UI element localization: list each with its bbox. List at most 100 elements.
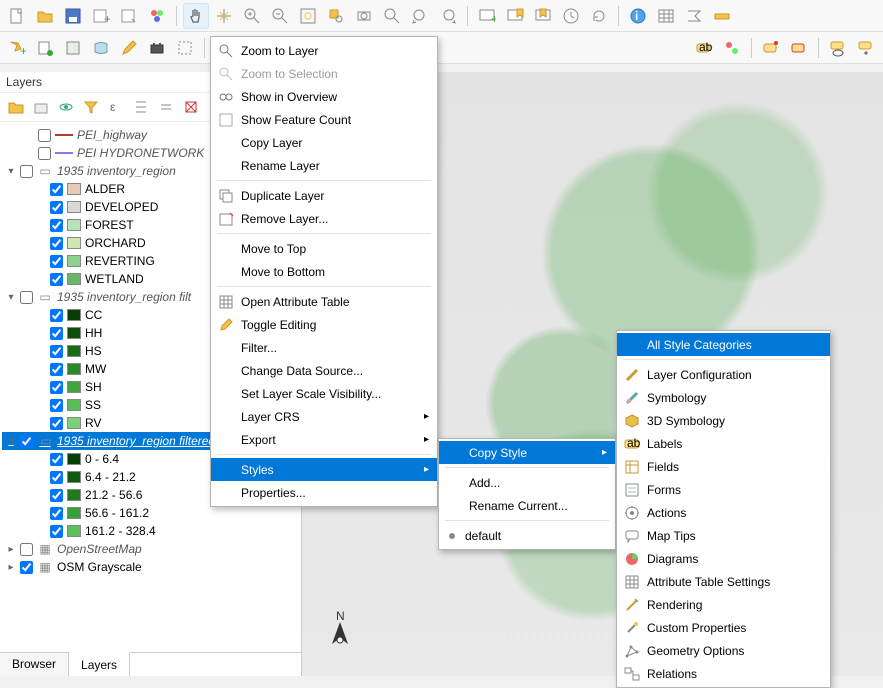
layer-visibility-checkbox[interactable] <box>50 399 63 412</box>
label-move-button[interactable] <box>853 35 879 61</box>
layer-visibility-checkbox[interactable] <box>50 507 63 520</box>
menu-labels[interactable]: abcLabels <box>617 432 830 455</box>
temporal-controller-button[interactable] <box>558 3 584 29</box>
open-project-button[interactable] <box>32 3 58 29</box>
toggle-editing-button[interactable] <box>116 35 142 61</box>
measure-button[interactable]: | <box>709 3 735 29</box>
layer-visibility-checkbox[interactable] <box>20 543 33 556</box>
layer-visibility-checkbox[interactable] <box>20 165 33 178</box>
menu-relations[interactable]: Relations <box>617 662 830 685</box>
menu-filter[interactable]: Filter... <box>211 336 437 359</box>
layer-osm-grayscale[interactable]: ▸▦OSM Grayscale <box>2 558 299 576</box>
tree-toggle-icon[interactable]: ▸ <box>6 544 16 555</box>
layer-visibility-checkbox[interactable] <box>50 273 63 286</box>
menu-styles[interactable]: Styles▸ <box>211 458 437 481</box>
menu-rename-current-style[interactable]: Rename Current... <box>439 494 615 517</box>
menu-all-style-categories[interactable]: All Style Categories <box>617 333 830 356</box>
add-vector-layer-button[interactable]: + <box>4 35 30 61</box>
layers-add-group-button[interactable] <box>30 96 52 118</box>
layer-visibility-checkbox[interactable] <box>50 183 63 196</box>
processing-toolbox-button[interactable] <box>144 35 170 61</box>
menu-symbology[interactable]: Symbology <box>617 386 830 409</box>
layers-filter-button[interactable] <box>80 96 102 118</box>
zoom-next-button[interactable] <box>435 3 461 29</box>
tree-toggle-icon[interactable]: ▾ <box>6 292 16 303</box>
menu-map-tips[interactable]: Map Tips <box>617 524 830 547</box>
menu-forms[interactable]: Forms <box>617 478 830 501</box>
identify-button[interactable]: i <box>625 3 651 29</box>
menu-attribute-table-settings[interactable]: Attribute Table Settings <box>617 570 830 593</box>
zoom-out-button[interactable] <box>267 3 293 29</box>
tree-toggle-icon[interactable]: ▾ <box>6 166 16 177</box>
layers-manage-themes-button[interactable] <box>55 96 77 118</box>
layer-visibility-checkbox[interactable] <box>50 525 63 538</box>
layer-visibility-checkbox[interactable] <box>50 201 63 214</box>
layer-visibility-checkbox[interactable] <box>50 489 63 502</box>
tree-toggle-icon[interactable]: ▾ <box>6 436 16 447</box>
layer-legend-item[interactable]: 161.2 - 328.4 <box>2 522 299 540</box>
menu-actions[interactable]: Actions <box>617 501 830 524</box>
layer-visibility-checkbox[interactable] <box>50 327 63 340</box>
menu-rename-layer[interactable]: Rename Layer <box>211 154 437 177</box>
add-virtual-layer-button[interactable] <box>88 35 114 61</box>
menu-layer-configuration[interactable]: Layer Configuration <box>617 363 830 386</box>
menu-properties[interactable]: Properties... <box>211 481 437 504</box>
show-bookmarks-button[interactable] <box>530 3 556 29</box>
save-project-button[interactable] <box>60 3 86 29</box>
layers-remove-button[interactable] <box>180 96 202 118</box>
menu-add-style[interactable]: Add... <box>439 471 615 494</box>
refresh-button[interactable] <box>586 3 612 29</box>
menu-style-default[interactable]: default <box>439 524 615 547</box>
label-show-button[interactable] <box>825 35 851 61</box>
menu-diagrams[interactable]: Diagrams <box>617 547 830 570</box>
label-pin-button[interactable] <box>758 35 784 61</box>
menu-change-data-source[interactable]: Change Data Source... <box>211 359 437 382</box>
zoom-full-button[interactable] <box>295 3 321 29</box>
new-bookmark-button[interactable] <box>502 3 528 29</box>
menu-layer-crs[interactable]: Layer CRS▸ <box>211 405 437 428</box>
menu-zoom-to-layer[interactable]: Zoom to Layer <box>211 39 437 62</box>
zoom-last-button[interactable] <box>407 3 433 29</box>
style-manager-button[interactable] <box>144 3 170 29</box>
layer-visibility-checkbox[interactable] <box>50 255 63 268</box>
zoom-in-button[interactable] <box>239 3 265 29</box>
menu-show-feature-count[interactable]: Show Feature Count <box>211 108 437 131</box>
layer-visibility-checkbox[interactable] <box>50 345 63 358</box>
label-tool-2[interactable] <box>719 35 745 61</box>
label-highlight-button[interactable] <box>786 35 812 61</box>
menu-copy-layer[interactable]: Copy Layer <box>211 131 437 154</box>
show-layout-manager-button[interactable] <box>116 3 142 29</box>
layer-visibility-checkbox[interactable] <box>50 219 63 232</box>
menu-fields[interactable]: Fields <box>617 455 830 478</box>
new-map-view-button[interactable]: + <box>474 3 500 29</box>
layer-visibility-checkbox[interactable] <box>38 129 51 142</box>
new-shapefile-button[interactable] <box>32 35 58 61</box>
pan-to-selection-button[interactable] <box>211 3 237 29</box>
layer-visibility-checkbox[interactable] <box>20 561 33 574</box>
menu-move-to-bottom[interactable]: Move to Bottom <box>211 260 437 283</box>
layer-openstreetmap[interactable]: ▸▦OpenStreetMap <box>2 540 299 558</box>
zoom-layer-button[interactable] <box>351 3 377 29</box>
layers-collapse-all-button[interactable] <box>155 96 177 118</box>
layer-visibility-checkbox[interactable] <box>50 417 63 430</box>
tab-layers[interactable]: Layers <box>69 652 130 676</box>
tree-toggle-icon[interactable]: ▸ <box>6 562 16 573</box>
layer-visibility-checkbox[interactable] <box>50 237 63 250</box>
new-geopackage-button[interactable] <box>60 35 86 61</box>
menu-export[interactable]: Export▸ <box>211 428 437 451</box>
menu-show-in-overview[interactable]: Show in Overview <box>211 85 437 108</box>
pan-map-button[interactable] <box>183 3 209 29</box>
new-print-layout-button[interactable]: + <box>88 3 114 29</box>
open-attribute-table-button[interactable] <box>653 3 679 29</box>
menu-duplicate-layer[interactable]: Duplicate Layer <box>211 184 437 207</box>
menu-custom-properties[interactable]: Custom Properties <box>617 616 830 639</box>
menu-move-to-top[interactable]: Move to Top <box>211 237 437 260</box>
menu-set-scale-visibility[interactable]: Set Layer Scale Visibility... <box>211 382 437 405</box>
label-tool-1[interactable]: abc <box>691 35 717 61</box>
menu-copy-style[interactable]: Copy Style▸ <box>439 441 615 464</box>
layer-visibility-checkbox[interactable] <box>50 471 63 484</box>
layer-visibility-checkbox[interactable] <box>50 453 63 466</box>
layers-open-button[interactable] <box>5 96 27 118</box>
menu-open-attribute-table[interactable]: Open Attribute Table <box>211 290 437 313</box>
tab-browser[interactable]: Browser <box>0 653 69 676</box>
